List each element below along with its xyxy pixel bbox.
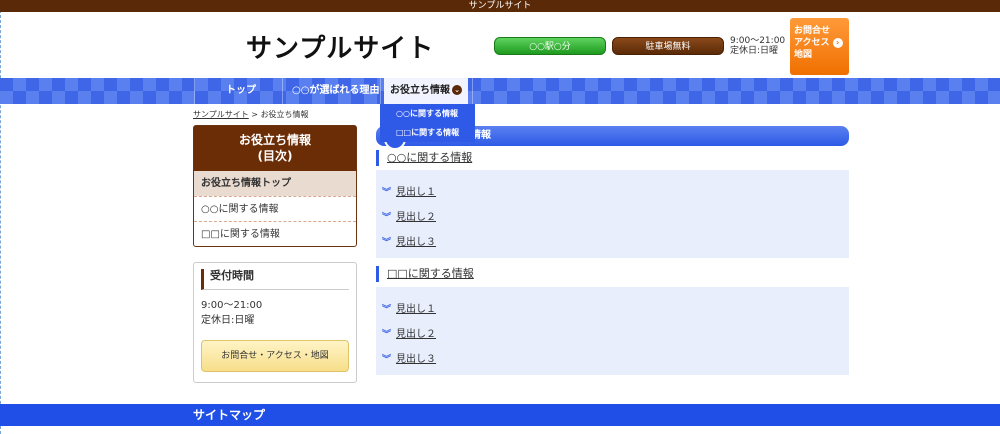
site-title[interactable]: サンプルサイト <box>246 28 434 65</box>
list-item[interactable]: ︾ 見出し１ <box>382 183 436 198</box>
toc-title: お役立ち情報 <box>238 133 311 147</box>
double-chevron-down-icon: ︾ <box>382 355 392 365</box>
hours-title: 受付時間 <box>201 269 349 290</box>
contact-line-3: 地図 <box>794 50 813 60</box>
layout-guide-line <box>0 0 2 434</box>
nav-separator <box>380 78 381 104</box>
toc-item-sq[interactable]: □□に関する情報 <box>194 221 356 246</box>
double-chevron-down-icon: ︾ <box>382 188 392 198</box>
toc-subtitle: (目次) <box>257 149 293 163</box>
nav-item-useful-info-label: お役立ち情報 <box>390 85 450 96</box>
breadcrumb-separator: > <box>248 110 261 119</box>
list-item[interactable]: ︾ 見出し１ <box>382 300 436 315</box>
breadcrumb: サンプルサイト > お役立ち情報 <box>193 109 309 120</box>
header-hours-line1: 9:00～21:00 <box>730 36 786 46</box>
list-item[interactable]: ︾ 見出し２ <box>382 208 436 223</box>
list-item[interactable]: ︾ 見出し３ <box>382 233 436 248</box>
chevron-right-icon: › <box>832 37 843 48</box>
nav-item-useful-info[interactable]: お役立ち情報 ⌄ <box>384 78 468 104</box>
nav-dropdown-menu: ○○に関する情報 □□に関する情報 <box>380 104 475 142</box>
hours-line-2: 定休日:日曜 <box>201 315 255 326</box>
sitemap-title: サイトマップ <box>193 408 266 422</box>
toc-item-oo[interactable]: ○○に関する情報 <box>194 196 356 221</box>
dropdown-item-sq[interactable]: □□に関する情報 <box>380 123 475 142</box>
sitemap-footer: サイトマップ <box>0 404 1000 426</box>
section-heading-oo[interactable]: ○○に関する情報 <box>376 150 472 166</box>
toc-header: お役立ち情報 (目次) <box>194 126 356 171</box>
nav-separator <box>194 78 195 104</box>
contact-access-button[interactable]: お問合せ アクセス › 地図 <box>790 18 849 75</box>
double-chevron-down-icon: ︾ <box>382 330 392 340</box>
nav-item-top[interactable]: トップ <box>226 78 256 104</box>
hours-text: 9:00～21:00 定休日:日曜 <box>201 298 349 328</box>
breadcrumb-current: お役立ち情報 <box>260 110 309 119</box>
top-banner: サンプルサイト <box>0 0 1000 12</box>
double-chevron-down-icon: ︾ <box>382 305 392 315</box>
section-heading-sq[interactable]: □□に関する情報 <box>376 266 474 282</box>
top-banner-text: サンプルサイト <box>468 1 532 11</box>
nav-item-reasons[interactable]: ○○が選ばれる理由 <box>292 78 379 104</box>
contact-line-2: アクセス › <box>794 37 849 49</box>
global-nav: トップ ○○が選ばれる理由 お役立ち情報 ⌄ <box>0 78 1000 104</box>
section-list-sq: ︾ 見出し１ ︾ 見出し２ ︾ 見出し３ <box>376 287 849 375</box>
double-chevron-down-icon: ︾ <box>382 238 392 248</box>
header-hours: 9:00～21:00 定休日:日曜 <box>730 36 785 56</box>
parking-pill: 駐車場無料 <box>612 37 724 55</box>
sidebar-toc: お役立ち情報 (目次) お役立ち情報トップ ○○に関する情報 □□に関する情報 <box>193 125 357 247</box>
sidebar-contact-button[interactable]: お問合せ・アクセス・地図 <box>201 340 349 372</box>
chevron-down-icon: ⌄ <box>452 85 462 95</box>
breadcrumb-home-link[interactable]: サンプルサイト <box>193 110 249 119</box>
section-list-oo: ︾ 見出し１ ︾ 見出し２ ︾ 見出し３ <box>376 170 849 258</box>
contact-line-1: お問合せ <box>794 26 831 36</box>
header-hours-line2: 定休日:日曜 <box>730 46 779 56</box>
nav-separator <box>472 78 473 104</box>
double-chevron-down-icon: ︾ <box>382 213 392 223</box>
nav-separator <box>282 78 283 104</box>
list-item[interactable]: ︾ 見出し３ <box>382 350 436 365</box>
toc-item-top[interactable]: お役立ち情報トップ <box>194 171 356 196</box>
hours-line-1: 9:00～21:00 <box>201 300 263 311</box>
dropdown-item-oo[interactable]: ○○に関する情報 <box>380 104 475 123</box>
station-pill: ○○駅○分 <box>494 37 606 55</box>
list-item[interactable]: ︾ 見出し２ <box>382 325 436 340</box>
sidebar-hours-box: 受付時間 9:00～21:00 定休日:日曜 お問合せ・アクセス・地図 <box>193 262 357 383</box>
